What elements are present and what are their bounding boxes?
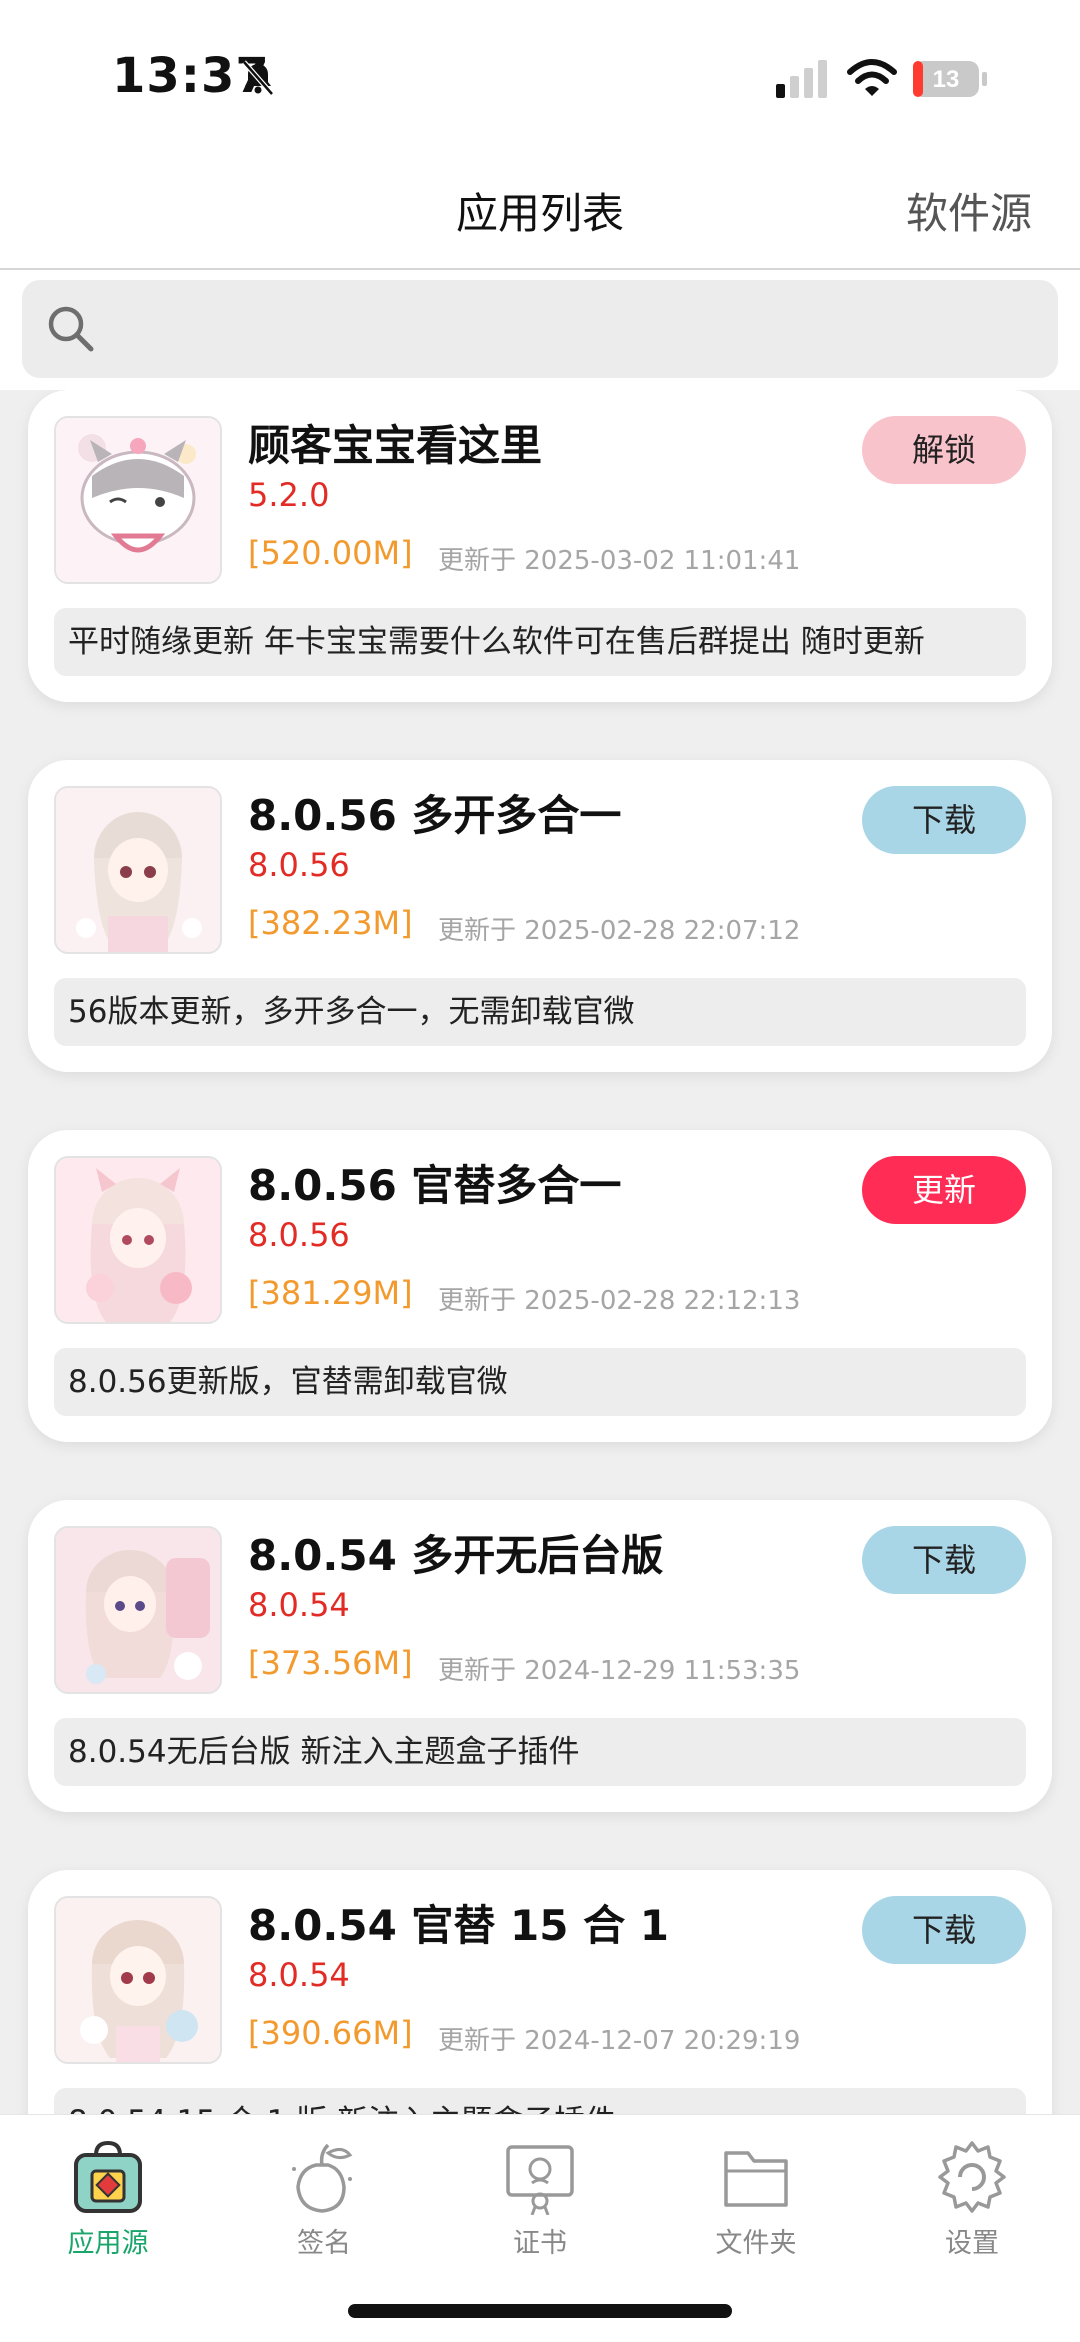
bell-slash-icon [242,60,274,96]
app-card[interactable]: 8.0.54 官替 15 合 1 8.0.54 [390.66M] 更新于 20… [28,1870,1052,2114]
app-description: 56版本更新，多开多合一，无需卸载官微 [54,978,1026,1046]
app-name: 顾客宝宝看这里 [248,421,543,470]
app-thumbnail [54,1526,222,1694]
app-card[interactable]: 8.0.56 官替多合一 8.0.56 [381.29M] 更新于 2025-0… [28,1130,1052,1442]
app-updated-date: 更新于 2024-12-07 20:29:19 [438,2026,801,2056]
tab-folder[interactable]: 文件夹 [648,2127,864,2267]
gear-icon [938,2141,1006,2213]
tab-app-source[interactable]: 应用源 [0,2127,216,2267]
app-version: 5.2.0 [248,476,330,514]
certificate-icon [506,2145,574,2215]
app-thumbnail [54,1156,222,1324]
search-area [0,270,1080,390]
bag-icon [74,2140,142,2213]
app-updated-date: 更新于 2025-02-28 22:07:12 [438,916,801,946]
app-version: 8.0.54 [248,1586,350,1624]
software-source-button[interactable]: 软件源 [906,180,1032,241]
app-name: 8.0.56 官替多合一 [248,1161,622,1210]
battery-level: 13 [933,66,960,93]
app-version: 8.0.54 [248,1956,350,1994]
folder-icon [724,2151,788,2207]
app-description: 平时随缘更新 年卡宝宝需要什么软件可在售后群提出 随时更新 [54,608,1026,676]
search-icon [48,306,94,352]
app-size: [390.66M] [248,2014,413,2052]
tab-label: 文件夹 [715,2228,797,2259]
tab-settings[interactable]: 设置 [864,2127,1080,2267]
wifi-icon [847,59,897,96]
download-button[interactable]: 下载 [862,1896,1026,1964]
app-updated-date: 更新于 2025-02-28 22:12:13 [438,1286,801,1316]
app-list: 顾客宝宝看这里 5.2.0 [520.00M] 更新于 2025-03-02 1… [0,390,1080,2114]
app-description: 8.0.54 15 合 1 版 新注入主题盒子插件 [54,2088,1026,2114]
app-updated-date: 更新于 2025-03-02 11:01:41 [438,546,801,576]
download-button[interactable]: 下载 [862,786,1026,854]
app-version: 8.0.56 [248,1216,350,1254]
app-description: 8.0.56更新版，官替需卸载官微 [54,1348,1026,1416]
cellular-signal-icon [776,60,827,98]
app-size: [373.56M] [248,1644,413,1682]
home-indicator [348,2304,732,2318]
app-description: 8.0.54无后台版 新注入主题盒子插件 [54,1718,1026,1786]
tab-label: 应用源 [67,2228,149,2259]
app-card[interactable]: 8.0.54 多开无后台版 8.0.54 [373.56M] 更新于 2024-… [28,1500,1052,1812]
download-button[interactable]: 下载 [862,1526,1026,1594]
unlock-button[interactable]: 解锁 [862,416,1026,484]
navigation-bar: 应用列表 软件源 [0,150,1080,270]
app-card[interactable]: 8.0.56 多开多合一 8.0.56 [382.23M] 更新于 2025-0… [28,760,1052,1072]
app-version: 8.0.56 [248,846,350,884]
mango-icon [292,2143,353,2213]
battery-icon: 13 [913,61,987,97]
app-name: 8.0.54 多开无后台版 [248,1531,664,1580]
app-thumbnail [54,416,222,584]
status-bar: 13:37 13 [0,0,1080,150]
tab-label: 证书 [513,2228,567,2259]
tab-label: 签名 [297,2228,351,2259]
tab-certificate[interactable]: 证书 [432,2127,648,2267]
app-updated-date: 更新于 2024-12-29 11:53:35 [438,1656,801,1686]
tab-label: 设置 [945,2228,999,2259]
search-input[interactable] [22,280,1058,378]
app-size: [520.00M] [248,534,413,572]
app-thumbnail [54,1896,222,2064]
update-button[interactable]: 更新 [862,1156,1026,1224]
tab-sign[interactable]: 签名 [216,2127,432,2267]
app-thumbnail [54,786,222,954]
app-name: 8.0.54 官替 15 合 1 [248,1901,669,1950]
app-name: 8.0.56 多开多合一 [248,791,622,840]
app-size: [381.29M] [248,1274,413,1312]
app-size: [382.23M] [248,904,413,942]
app-card[interactable]: 顾客宝宝看这里 5.2.0 [520.00M] 更新于 2025-03-02 1… [28,390,1052,702]
